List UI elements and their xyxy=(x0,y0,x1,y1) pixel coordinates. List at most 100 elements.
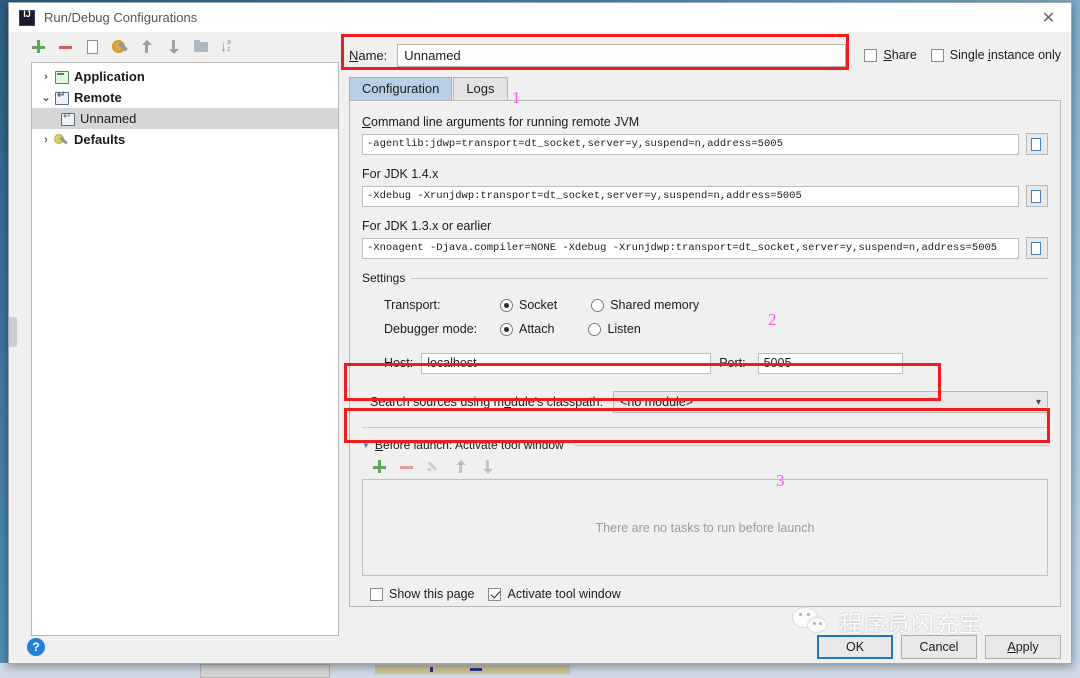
close-icon[interactable]: ✕ xyxy=(1026,3,1071,32)
copy-icon[interactable] xyxy=(1026,133,1048,155)
radio-button[interactable] xyxy=(588,322,602,336)
name-row: Name: Share Single instance only xyxy=(343,42,1061,68)
show-this-page-checkbox[interactable]: Show this page xyxy=(370,587,474,601)
radio-button[interactable] xyxy=(591,298,605,312)
copy-icon[interactable] xyxy=(85,39,101,55)
checkbox-box[interactable] xyxy=(864,48,878,62)
single-instance-only-label: Single instance only xyxy=(949,48,1061,62)
tab-logs[interactable]: Logs xyxy=(453,77,508,100)
configurations-tree[interactable]: › Application ⌄ Remote Unnamed › Default… xyxy=(31,62,339,636)
chevron-down-icon[interactable]: ▾ xyxy=(1036,397,1041,408)
configurations-sidebar: az › Application ⌄ Remote Unnamed xyxy=(19,32,339,636)
port-label: Port: xyxy=(719,356,746,370)
tree-item-application[interactable]: › Application xyxy=(32,66,338,87)
debugger-mode-option-attach[interactable]: Attach xyxy=(500,322,554,336)
help-icon[interactable]: ? xyxy=(27,637,45,656)
copy-icon[interactable] xyxy=(1026,237,1048,259)
jdk13-row: -Xnoagent -Djava.compiler=NONE -Xdebug -… xyxy=(362,237,1048,259)
checkbox-box[interactable] xyxy=(488,587,502,601)
activate-tool-window-checkbox[interactable]: Activate tool window xyxy=(488,587,621,601)
tree-item-label: Defaults xyxy=(74,132,126,147)
jvm-args-row: -agentlib:jdwp=transport=dt_socket,serve… xyxy=(362,133,1048,155)
intellij-idea-icon xyxy=(19,9,35,26)
transport-label: Transport: xyxy=(384,298,441,312)
dialog-title: Run/Debug Configurations xyxy=(44,10,198,25)
module-classpath-row: Search sources using module's classpath:… xyxy=(362,391,1048,413)
panel-splitter[interactable] xyxy=(9,32,19,636)
tree-item-label: Unnamed xyxy=(80,111,137,126)
single-instance-only-checkbox[interactable]: Single instance only xyxy=(930,48,1061,62)
name-input[interactable] xyxy=(397,43,847,67)
debugger-mode-row: Debugger mode: Attach Listen xyxy=(362,317,1048,341)
host-label: Host: xyxy=(384,356,414,370)
before-launch-header[interactable]: ▼ Before launch: Activate tool window xyxy=(362,438,1048,452)
jvm-args-label: Command line arguments for running remot… xyxy=(362,115,640,129)
dialog-titlebar: Run/Debug Configurations ✕ xyxy=(9,3,1071,32)
activate-tool-window-label: Activate tool window xyxy=(507,587,621,601)
checkbox-box[interactable] xyxy=(370,587,383,601)
share-label: Share xyxy=(883,48,917,62)
module-classpath-dropdown[interactable]: <no module> ▾ xyxy=(613,391,1048,413)
group-divider xyxy=(411,277,1048,279)
background-editor-tab xyxy=(200,664,330,678)
host-input[interactable]: localhost xyxy=(421,352,712,374)
before-launch-toolbar xyxy=(362,455,1048,479)
checkbox-box[interactable] xyxy=(930,48,944,62)
module-classpath-label: Search sources using module's classpath: xyxy=(370,395,604,409)
tree-item-remote[interactable]: ⌄ Remote xyxy=(32,87,338,108)
host-port-row: Host: localhost Port: 5005 xyxy=(362,351,1048,375)
radio-label: Listen xyxy=(607,322,641,336)
triangle-down-icon[interactable]: ▼ xyxy=(362,441,370,450)
jdk13-label: For JDK 1.3.x or earlier xyxy=(362,219,492,233)
arrow-up-icon[interactable] xyxy=(139,39,155,55)
minus-icon[interactable] xyxy=(58,39,74,55)
copy-icon[interactable] xyxy=(1026,185,1048,207)
sort-az-icon[interactable]: az xyxy=(220,38,236,55)
transport-option-shared-memory[interactable]: Shared memory xyxy=(591,298,699,312)
chevron-right-icon[interactable]: › xyxy=(38,71,54,83)
before-launch-options: Show this page Activate tool window xyxy=(362,587,1048,601)
sidebar-toolbar: az xyxy=(19,34,339,60)
debugger-mode-option-listen[interactable]: Listen xyxy=(588,322,641,336)
plus-icon[interactable] xyxy=(31,39,47,55)
before-launch-empty-text: There are no tasks to run before launch xyxy=(595,520,815,535)
arrow-up-icon xyxy=(453,459,469,475)
radio-label: Shared memory xyxy=(610,298,700,312)
dialog-footer: ? OK Cancel Apply xyxy=(9,630,1073,663)
wrench-icon[interactable] xyxy=(112,39,128,55)
tree-item-label: Application xyxy=(74,69,145,84)
folder-icon[interactable] xyxy=(193,39,209,55)
transport-row: Transport: Socket Shared memory xyxy=(362,293,1048,317)
background-hint-bar xyxy=(375,665,570,674)
radio-label: Socket xyxy=(519,298,558,312)
radio-button[interactable] xyxy=(500,322,513,336)
plus-icon[interactable] xyxy=(372,459,388,475)
debugger-mode-label: Debugger mode: xyxy=(384,322,478,336)
chevron-down-icon[interactable]: ⌄ xyxy=(38,91,54,104)
chevron-right-icon[interactable]: › xyxy=(38,134,54,146)
jdk14-row: -Xdebug -Xrunjdwp:transport=dt_socket,se… xyxy=(362,185,1048,207)
cancel-button[interactable]: Cancel xyxy=(901,634,977,659)
before-launch-task-list[interactable]: There are no tasks to run before launch xyxy=(362,479,1048,576)
jdk14-label: For JDK 1.4.x xyxy=(362,167,439,181)
name-label: Name: xyxy=(349,47,388,63)
jdk13-input[interactable]: -Xnoagent -Djava.compiler=NONE -Xdebug -… xyxy=(362,237,1019,259)
tab-configuration[interactable]: Configuration xyxy=(349,77,453,100)
tree-item-unnamed[interactable]: Unnamed xyxy=(32,108,338,129)
name-row-options: Share Single instance only xyxy=(864,48,1061,62)
radio-label: Attach xyxy=(519,322,555,336)
remote-icon xyxy=(60,111,75,126)
jdk14-input[interactable]: -Xdebug -Xrunjdwp:transport=dt_socket,se… xyxy=(362,185,1019,207)
tree-item-defaults[interactable]: › Defaults xyxy=(32,129,338,150)
port-input[interactable]: 5005 xyxy=(757,352,903,374)
section-divider xyxy=(362,427,1048,428)
defaults-icon xyxy=(54,133,69,147)
apply-button[interactable]: Apply xyxy=(985,634,1061,659)
arrow-down-icon[interactable] xyxy=(166,39,182,55)
jvm-args-input[interactable]: -agentlib:jdwp=transport=dt_socket,serve… xyxy=(362,133,1019,155)
radio-button[interactable] xyxy=(500,298,513,312)
transport-option-socket[interactable]: Socket xyxy=(500,298,557,312)
splitter-thumb[interactable] xyxy=(9,317,17,347)
ok-button[interactable]: OK xyxy=(817,634,893,659)
share-checkbox[interactable]: Share xyxy=(864,48,917,62)
